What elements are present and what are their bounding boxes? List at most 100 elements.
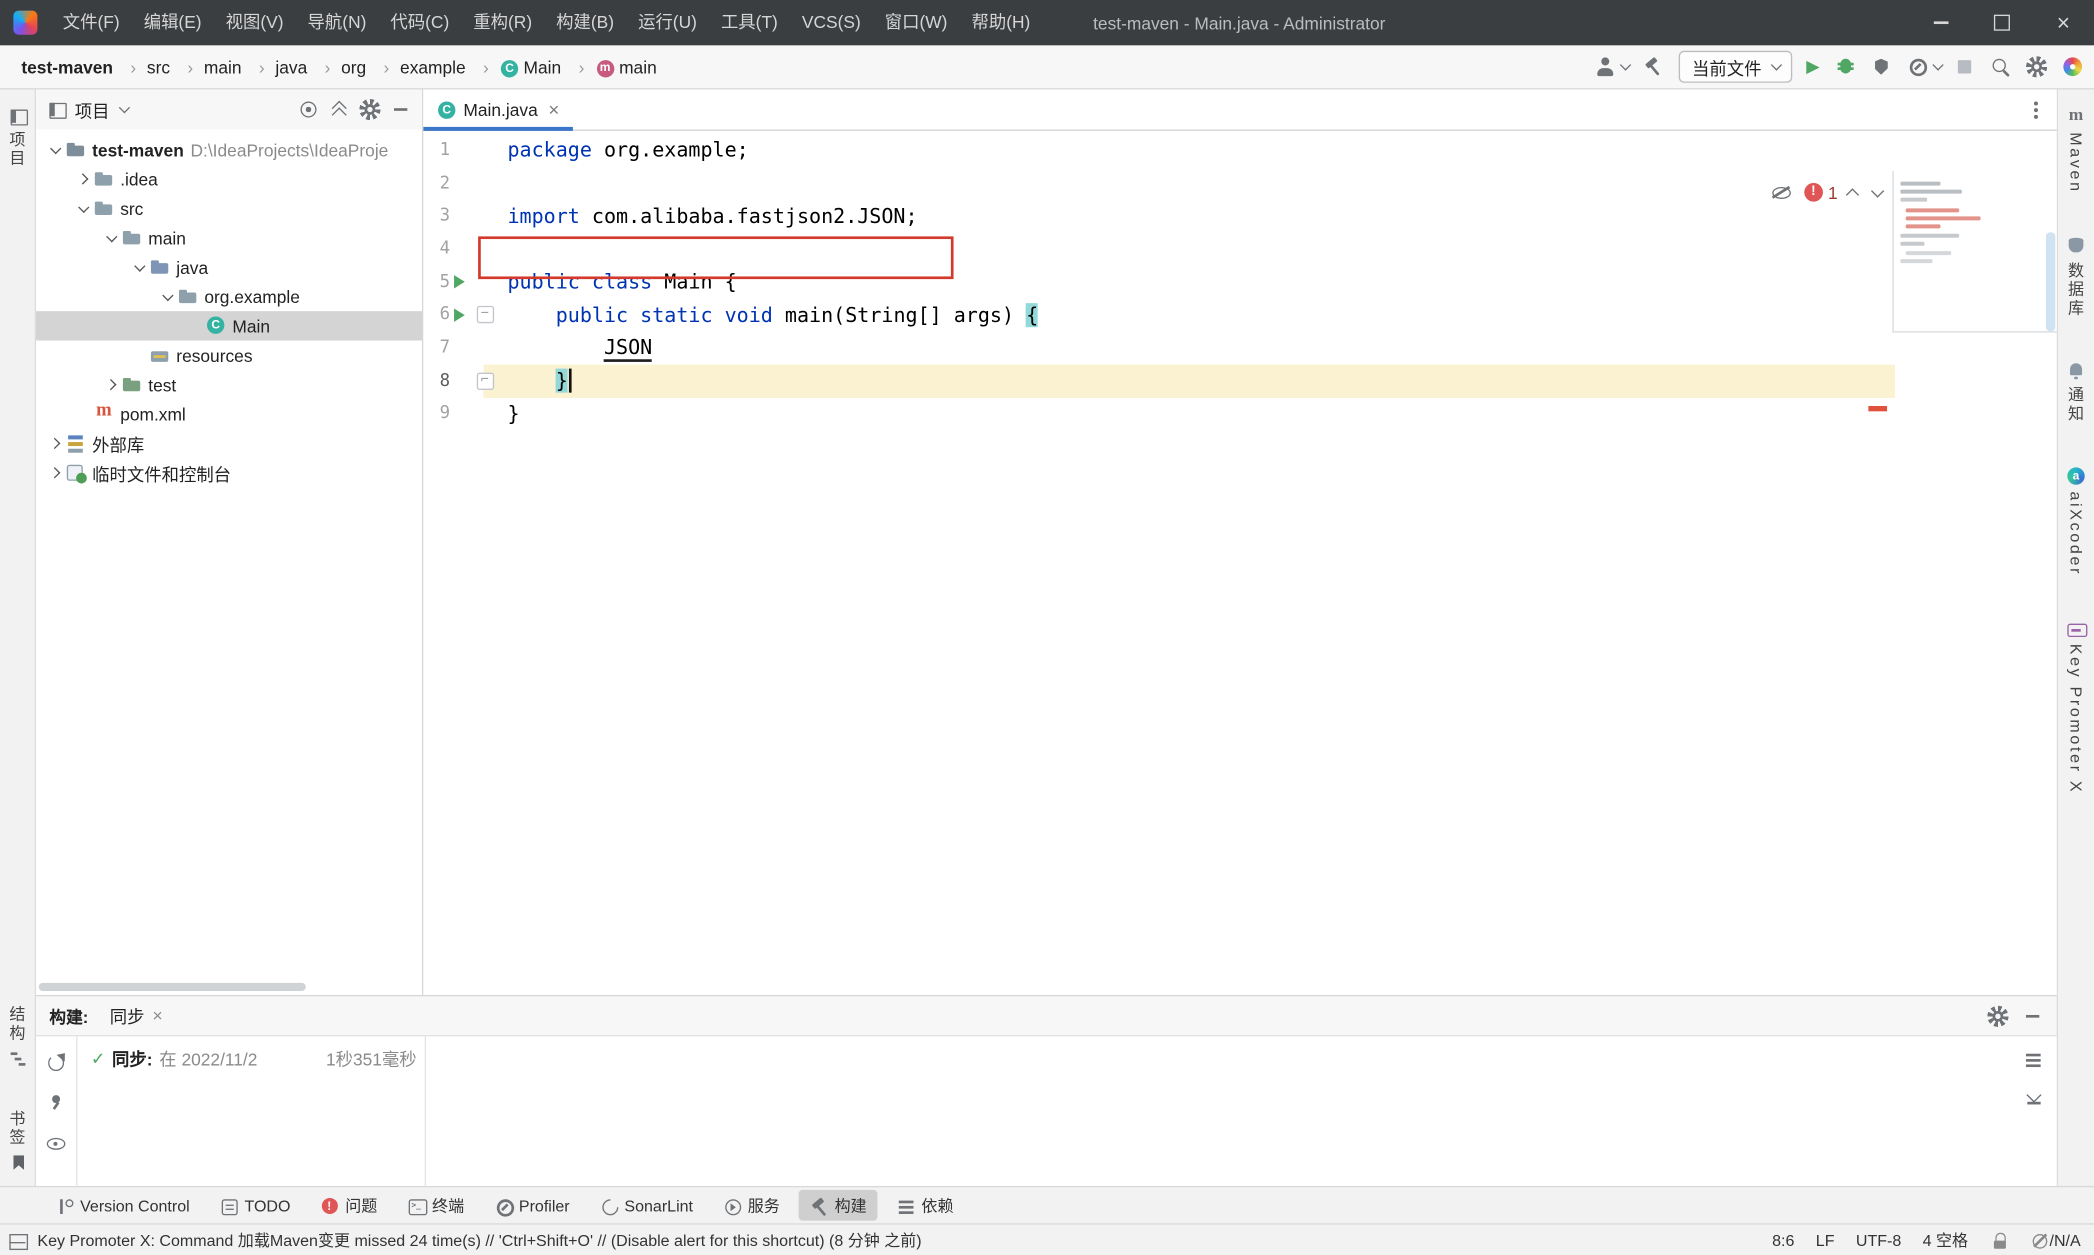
chevron-down-icon[interactable]	[119, 102, 129, 112]
tree-chevron-icon[interactable]	[156, 292, 177, 300]
tree-row[interactable]: 外部库	[36, 429, 422, 458]
tree-chevron-icon[interactable]	[128, 263, 149, 271]
minimize-button[interactable]	[1910, 0, 1971, 45]
tree-chevron-icon[interactable]	[100, 234, 121, 242]
tree-chevron-icon[interactable]	[44, 439, 65, 447]
tree-chevron-icon[interactable]	[44, 469, 65, 477]
tool-window-tab[interactable]: 依赖	[885, 1190, 964, 1221]
hide-panel-button[interactable]	[390, 99, 411, 120]
menu-item[interactable]: 工具(T)	[709, 0, 790, 45]
prev-error-icon[interactable]	[1846, 188, 1859, 201]
hide-build-panel-button[interactable]	[2022, 1005, 2043, 1026]
select-opened-file-button[interactable]	[298, 99, 319, 120]
run-gutter-icon[interactable]	[450, 308, 469, 321]
build-settings-button[interactable]	[1987, 1005, 2008, 1026]
stop-button[interactable]	[1954, 56, 1975, 77]
breadcrumb-item[interactable]: src	[147, 57, 204, 77]
run-gutter-icon[interactable]	[450, 275, 469, 288]
tree-row[interactable]: org.example	[36, 282, 422, 311]
build-sync-tab[interactable]: 同步 ×	[102, 999, 171, 1032]
tree-row[interactable]: pom.xml	[36, 399, 422, 428]
tool-stripe-tab[interactable]: Maven	[2063, 100, 2088, 200]
plugin-rainbow-button[interactable]	[2062, 56, 2083, 77]
horiz-scrollbar[interactable]	[39, 983, 306, 991]
tree-row[interactable]: main	[36, 223, 422, 252]
error-stripe-mark[interactable]	[1868, 406, 1887, 411]
tree-row[interactable]: 临时文件和控制台	[36, 458, 422, 487]
menu-item[interactable]: 重构(R)	[461, 0, 544, 45]
editor-tab-options-icon[interactable]	[2025, 99, 2046, 120]
tree-row[interactable]: test	[36, 370, 422, 399]
tool-window-tab[interactable]: 终端	[396, 1190, 475, 1221]
tool-window-tab[interactable]: Profiler	[483, 1192, 581, 1219]
code-line[interactable]: 8 }	[423, 364, 2056, 397]
coverage-button[interactable]	[1870, 56, 1891, 77]
tool-stripe-tab[interactable]: aiXcoder	[2063, 459, 2088, 582]
menu-item[interactable]: VCS(S)	[790, 0, 873, 45]
code-line[interactable]: 7 JSON	[423, 331, 2056, 364]
tree-chevron-icon[interactable]	[72, 204, 93, 212]
tree-row[interactable]: java	[36, 252, 422, 281]
lock-icon[interactable]	[1989, 1231, 2008, 1250]
run-configuration-select[interactable]: 当前文件	[1679, 51, 1792, 83]
tree-chevron-icon[interactable]	[100, 381, 121, 389]
breadcrumb-item[interactable]: example	[400, 57, 499, 77]
breadcrumb-item[interactable]: java	[275, 57, 341, 77]
tool-stripe-tab[interactable]: Key Promoter X	[2063, 612, 2088, 801]
code-line[interactable]: 3import com.alibaba.fastjson2.JSON;	[423, 199, 2056, 232]
tree-chevron-icon[interactable]	[44, 146, 65, 154]
menu-item[interactable]: 运行(U)	[626, 0, 709, 45]
breadcrumb-item[interactable]: org	[341, 57, 400, 77]
tree-row[interactable]: test-maven D:\IdeaProjects\IdeaProje	[36, 135, 422, 164]
tab-close-icon[interactable]: ×	[152, 1007, 162, 1024]
code-line[interactable]: 4	[423, 232, 2056, 265]
code-line[interactable]: 1package org.example;	[423, 134, 2056, 167]
breadcrumb-item[interactable]: main	[595, 57, 657, 77]
breadcrumb-item[interactable]: test-maven	[21, 57, 147, 77]
encoding-widget[interactable]: UTF-8	[1856, 1231, 1901, 1250]
tree-row[interactable]: resources	[36, 341, 422, 370]
tree-row[interactable]: Main	[36, 311, 422, 340]
code-line[interactable]: 5public class Main {	[423, 265, 2056, 298]
menu-item[interactable]: 窗口(W)	[873, 0, 960, 45]
code-line[interactable]: 9}	[423, 397, 2056, 430]
tool-window-tab[interactable]: TODO	[208, 1192, 301, 1219]
tab-close-icon[interactable]: ×	[548, 100, 559, 119]
tool-window-tab[interactable]: 问题	[309, 1190, 388, 1221]
fold-icon[interactable]	[469, 306, 501, 323]
search-everywhere-button[interactable]	[1990, 56, 2011, 77]
tree-row[interactable]: src	[36, 194, 422, 223]
tool-stripe-tab[interactable]: 数据库	[2062, 230, 2090, 325]
caret-position-widget[interactable]: 8:6	[1772, 1231, 1794, 1250]
highlight-level-icon[interactable]	[1771, 182, 1792, 203]
menu-item[interactable]: 帮助(H)	[959, 0, 1042, 45]
editor-tab[interactable]: Main.java ×	[423, 89, 572, 129]
close-button[interactable]: ×	[2033, 0, 2094, 45]
menu-item[interactable]: 导航(N)	[296, 0, 379, 45]
menu-item[interactable]: 视图(V)	[214, 0, 296, 45]
line-separator-widget[interactable]: LF	[1816, 1231, 1835, 1250]
indent-widget[interactable]: 4 空格	[1923, 1229, 1968, 1252]
tool-window-tab[interactable]: 服务	[712, 1190, 791, 1221]
menu-item[interactable]: 构建(B)	[544, 0, 626, 45]
minimap-scrollbar-thumb[interactable]	[2046, 232, 2055, 331]
profile-button[interactable]	[1595, 56, 1628, 77]
menu-item[interactable]: 代码(C)	[378, 0, 461, 45]
project-panel-title[interactable]: 项目	[75, 97, 110, 122]
breadcrumb-item[interactable]: main	[204, 57, 275, 77]
menu-item[interactable]: 编辑(E)	[132, 0, 214, 45]
tool-stripe-tab[interactable]: 通知	[2062, 354, 2090, 430]
tool-window-tab[interactable]: 构建	[799, 1190, 878, 1221]
project-options-button[interactable]	[359, 99, 380, 120]
fold-icon[interactable]	[469, 372, 501, 389]
build-project-button[interactable]	[1643, 56, 1664, 77]
tool-stripe-tab[interactable]: 项目	[3, 100, 31, 175]
memory-widget[interactable]: /N/A	[2030, 1231, 2081, 1250]
menu-item[interactable]: 文件(F)	[51, 0, 132, 45]
scroll-to-end-icon[interactable]	[2023, 1086, 2044, 1107]
pin-icon[interactable]	[45, 1092, 66, 1113]
maximize-button[interactable]	[1971, 0, 2032, 45]
tool-stripe-tab[interactable]: 结构	[3, 999, 31, 1074]
collapse-all-button[interactable]	[329, 99, 350, 120]
debug-button[interactable]	[1834, 56, 1855, 77]
